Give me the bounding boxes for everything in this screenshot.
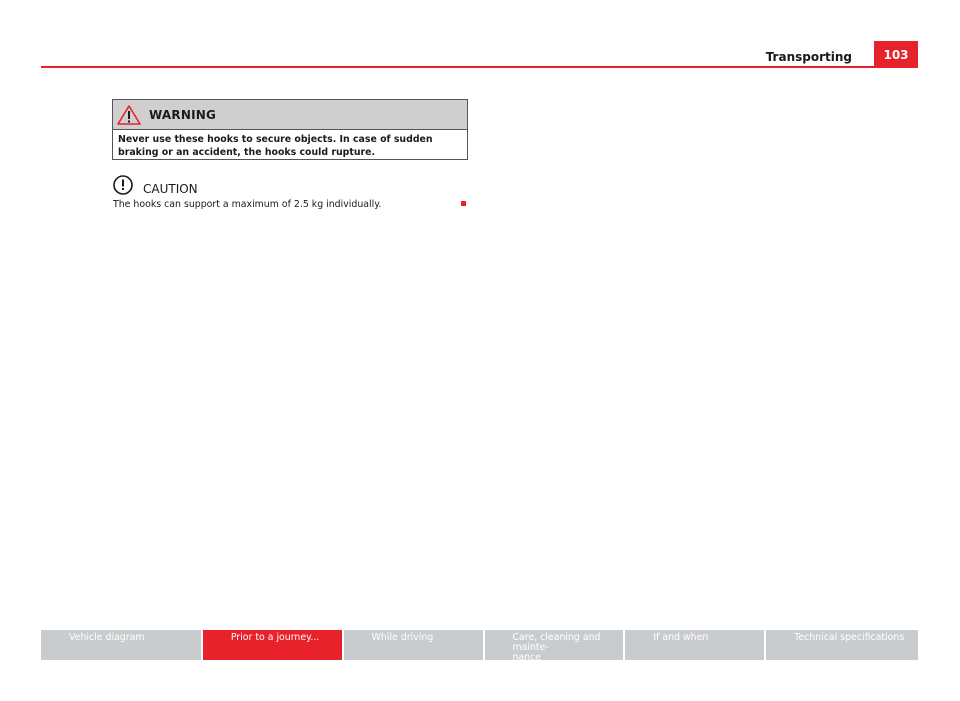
nav-tab-care-cleaning[interactable]: Care, cleaning and mainte- nance bbox=[484, 630, 624, 663]
nav-tab-technical-specifications[interactable]: Technical specifications bbox=[766, 630, 919, 660]
page-number: 103 bbox=[874, 41, 918, 68]
footer-nav: Vehicle diagram Prior to a journey... Wh… bbox=[41, 630, 919, 663]
warning-text: Never use these hooks to secure objects.… bbox=[118, 134, 433, 158]
exclamation-circle-icon bbox=[113, 175, 133, 195]
nav-tab-if-and-when[interactable]: If and when bbox=[625, 630, 765, 660]
warning-title: WARNING bbox=[149, 107, 217, 122]
section-end-marker bbox=[461, 201, 466, 206]
nav-tab-prior-to-journey[interactable]: Prior to a journey... bbox=[202, 630, 342, 660]
nav-tab-vehicle-diagram[interactable]: Vehicle diagram bbox=[41, 630, 201, 660]
section-title: Transporting bbox=[765, 50, 852, 64]
caution-text: The hooks can support a maximum of 2.5 k… bbox=[113, 199, 382, 210]
nav-tab-while-driving[interactable]: While driving bbox=[343, 630, 483, 660]
header-rule bbox=[41, 66, 918, 68]
caution-title: CAUTION bbox=[143, 182, 198, 196]
caution-header: CAUTION bbox=[113, 174, 198, 196]
warning-triangle-icon bbox=[117, 104, 141, 125]
warning-box: WARNING Never use these hooks to secure … bbox=[112, 99, 468, 160]
warning-header: WARNING bbox=[113, 100, 467, 130]
